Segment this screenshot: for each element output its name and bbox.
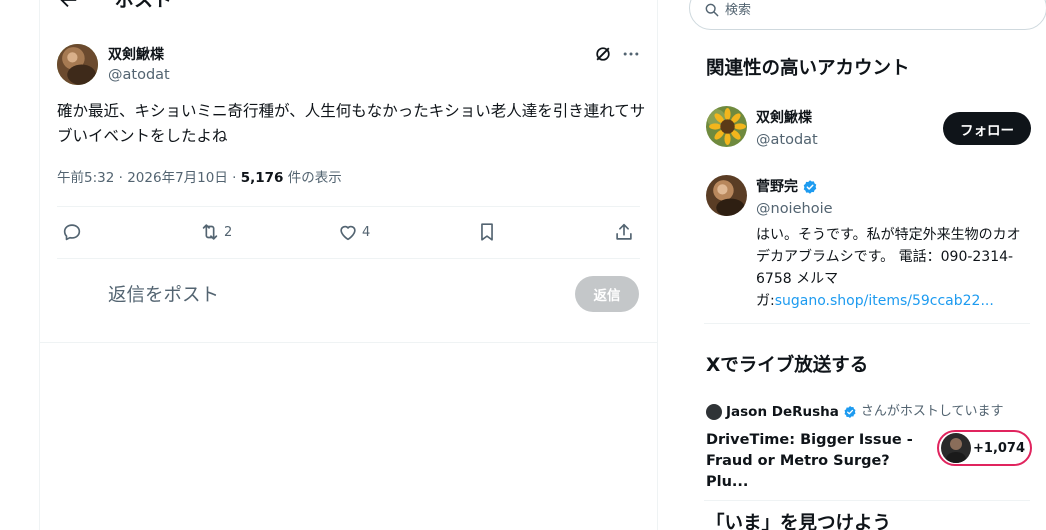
follow-button[interactable]: フォロー [943, 112, 1031, 145]
explore-section-title: 「いま」を見つけよう [706, 513, 892, 530]
author-name[interactable]: 双剣鰍楪 [108, 46, 164, 64]
account-avatar[interactable] [706, 106, 747, 147]
like-count: 4 [362, 224, 371, 240]
bookmark-action-button[interactable] [476, 219, 498, 245]
share-icon [616, 223, 632, 240]
relevant-accounts-title: 関連性の高いアカウント [706, 58, 910, 79]
page-title: ポスト [115, 0, 173, 11]
post-header: ポスト [40, 0, 657, 18]
divider [704, 500, 1030, 501]
host-avatar [706, 404, 722, 420]
view-count-label: 件の表示 [287, 170, 342, 186]
search-icon [705, 3, 719, 17]
account-name[interactable]: 双剣鰍楪 [756, 109, 812, 127]
verified-badge-icon [803, 180, 817, 194]
repost-icon [202, 224, 218, 240]
bio-link[interactable]: sugano.shop/items/59ccab22... [775, 293, 994, 309]
reply-action-button[interactable] [61, 219, 86, 245]
live-section-title: Xでライブ放送する [706, 355, 869, 376]
current-user-avatar[interactable] [57, 44, 98, 85]
account-name[interactable]: 菅野完 [756, 178, 818, 196]
like-action-button[interactable]: 4 [337, 219, 370, 245]
bookmark-icon [481, 223, 493, 241]
bio-prefix: ガ: [756, 293, 775, 309]
account-avatar[interactable] [706, 175, 747, 216]
right-sidebar: 関連性の高いアカウント 双剣鰍楪 @atodat フォロー [688, 0, 1046, 530]
author-handle[interactable]: @atodat [108, 66, 170, 84]
account-bio: はい。そうです。私が特定外来生物のカオ デカアブラムシです。 電話：090-23… [756, 227, 1021, 309]
host-suffix: さんがホストしています [860, 404, 1004, 419]
divider [704, 323, 1030, 324]
meta-separator: · [232, 170, 241, 186]
repost-action-button[interactable]: 2 [199, 219, 232, 245]
grok-icon[interactable] [593, 44, 613, 64]
listener-avatar [941, 433, 971, 463]
reply-submit-button[interactable]: 返信 [575, 276, 639, 312]
back-arrow-icon[interactable] [57, 0, 79, 12]
host-name: Jason DeRusha [726, 404, 839, 420]
search-input[interactable] [725, 0, 1005, 20]
repost-count: 2 [224, 224, 233, 240]
divider [57, 258, 640, 259]
post-time[interactable]: 午前5:32 [57, 170, 114, 186]
account-handle[interactable]: @noiehoie [756, 200, 833, 218]
post-text: 確か最近、キショいミニ奇行種が、人生何もなかったキショい老人達を引き連れてサブい… [57, 102, 646, 145]
more-options-icon[interactable] [620, 44, 642, 64]
reply-icon [63, 224, 81, 241]
share-action-button[interactable] [613, 219, 635, 245]
reply-input[interactable] [108, 280, 568, 310]
main-column: ポスト 双剣鰍楪 @atodat 確か最近、キショいミニ奇行種が、人生何もなかっ… [39, 0, 658, 530]
live-host[interactable]: Jason DeRusha さんがホストしています [706, 403, 1004, 421]
account-handle[interactable]: @atodat [756, 131, 818, 149]
meta-separator: · [118, 170, 128, 186]
view-count: 5,176 [240, 170, 284, 186]
divider [40, 342, 657, 343]
heart-icon [340, 225, 356, 241]
post-date[interactable]: 2026年7月10日 [127, 170, 228, 186]
listener-count: +1,074 [973, 440, 1026, 456]
live-title[interactable]: DriveTime: Bigger Issue - Fraud or Metro… [706, 430, 932, 493]
divider [57, 206, 640, 207]
live-listeners-badge[interactable]: +1,074 [937, 430, 1032, 466]
search-box[interactable] [689, 0, 1046, 30]
verified-badge-icon [844, 406, 856, 418]
post-metadata: 午前5:32 · 2026年7月10日 · 5,176 件の表示 [57, 168, 342, 188]
